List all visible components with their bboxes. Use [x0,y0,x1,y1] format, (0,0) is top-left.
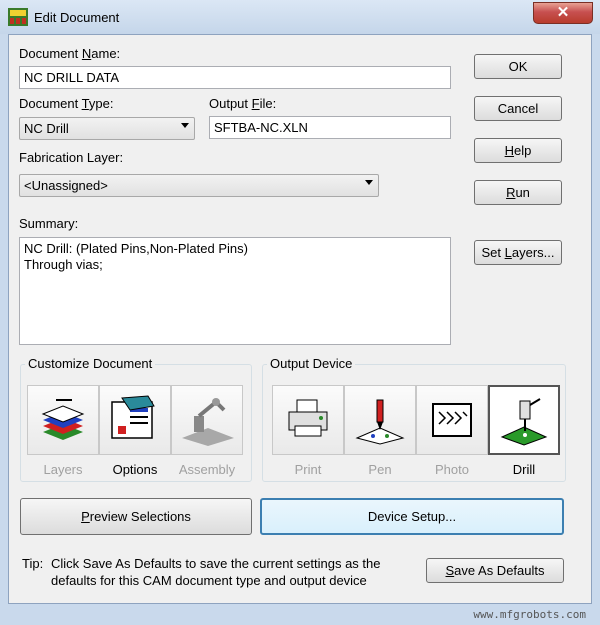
window-title: Edit Document [34,10,120,25]
layers-icon [41,399,85,440]
document-name-label: Document Name: [19,46,121,61]
customize-document-title: Customize Document [25,356,156,371]
print-tile-label: Print [294,462,322,477]
output-file-label: Output File: [209,96,277,111]
assembly-tile[interactable] [171,385,243,455]
document-type-value: NC Drill [24,121,69,136]
summary-label: Summary: [19,216,79,231]
layers-tile-label: Layers [43,462,83,477]
help-button[interactable]: Help [474,138,562,163]
options-tile-label: Options [112,462,158,477]
preview-selections-button[interactable]: Preview Selections [20,498,252,535]
device-setup-button[interactable]: Device Setup... [260,498,564,535]
pen-tile-label: Pen [368,462,392,477]
run-button[interactable]: Run [474,180,562,205]
close-button[interactable]: ✕ [533,2,593,24]
watermark: www.mfgrobots.com [473,608,586,621]
layers-tile[interactable] [27,385,99,455]
document-type-label: Document Type: [19,96,114,111]
drill-icon [500,398,548,446]
options-tile[interactable] [99,385,171,455]
document-name-input[interactable]: NC DRILL DATA [19,66,451,89]
fabrication-layer-select[interactable]: <Unassigned> [19,174,379,197]
save-as-defaults-button[interactable]: Save As Defaults [426,558,564,583]
assembly-icon [182,398,234,446]
drill-tile-label: Drill [512,462,536,477]
summary-line: NC Drill: (Plated Pins,Non-Plated Pins) [24,241,248,256]
options-icon [111,395,155,439]
fabrication-layer-value: <Unassigned> [24,178,108,193]
pen-tile[interactable] [344,385,416,455]
tip-line: defaults for this CAM document type and … [51,573,367,588]
chevron-down-icon [365,180,373,185]
chevron-down-icon [181,123,189,128]
pads-app-icon [8,8,28,26]
fabrication-layer-label: Fabrication Layer: [19,150,124,165]
assembly-tile-label: Assembly [178,462,236,477]
cancel-button[interactable]: Cancel [474,96,562,121]
summary-line: Through vias; [24,257,103,272]
output-device-title: Output Device [267,356,356,371]
summary-textarea[interactable]: NC Drill: (Plated Pins,Non-Plated Pins) … [19,237,451,345]
photo-tile-label: Photo [435,462,469,477]
printer-icon [288,399,328,437]
photoplotter-icon [432,403,472,437]
ok-button[interactable]: OK [474,54,562,79]
pen-plotter-icon [355,399,405,445]
drill-tile[interactable] [488,385,560,455]
document-type-select[interactable]: NC Drill [19,117,195,140]
set-layers-button[interactable]: Set Layers... [474,240,562,265]
photo-tile[interactable] [416,385,488,455]
tip-prefix: Tip: [22,556,44,571]
print-tile[interactable] [272,385,344,455]
output-file-input[interactable]: SFTBA-NC.XLN [209,116,451,139]
tip-line: Click Save As Defaults to save the curre… [51,556,381,571]
